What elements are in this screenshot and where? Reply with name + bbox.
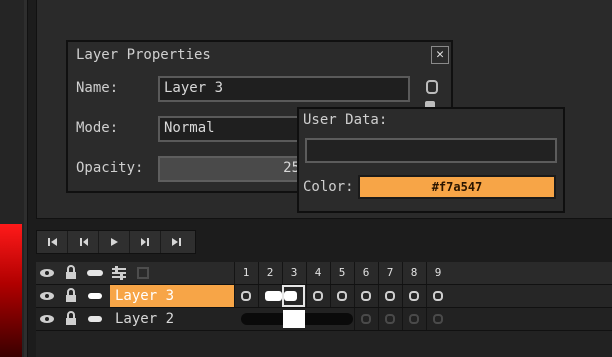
- frame-number[interactable]: 8: [402, 262, 425, 284]
- sliders-icon[interactable]: [108, 262, 130, 284]
- layer-name[interactable]: Layer 3: [110, 285, 234, 307]
- timeline-header: 1 2 3 4 5 6 7 8 9: [36, 262, 612, 285]
- pill-icon[interactable]: [84, 285, 106, 307]
- playback-controls: [36, 230, 196, 254]
- frame-cel[interactable]: [426, 308, 449, 330]
- frame-cel[interactable]: [402, 308, 425, 330]
- color-swatch-button[interactable]: #f7a547: [358, 175, 556, 199]
- frame-cel[interactable]: [354, 308, 377, 330]
- opacity-slider[interactable]: 25: [158, 156, 308, 182]
- last-frame-icon[interactable]: [161, 231, 192, 253]
- timeline: 1 2 3 4 5 6 7 8 9 Layer 3 Layer 2: [36, 262, 612, 357]
- dialog-title: Layer Properties: [76, 47, 211, 63]
- first-frame-icon[interactable]: [37, 231, 68, 253]
- frame-cel[interactable]: [330, 285, 353, 307]
- layer-row[interactable]: Layer 3: [36, 285, 612, 308]
- frame-number[interactable]: 2: [258, 262, 281, 284]
- frame-number[interactable]: 7: [378, 262, 401, 284]
- user-data-label: User Data:: [303, 112, 388, 128]
- eye-icon[interactable]: [36, 308, 58, 330]
- eye-icon[interactable]: [36, 285, 58, 307]
- frame-cel[interactable]: [402, 285, 425, 307]
- opacity-label: Opacity:: [76, 160, 144, 176]
- frame-cel[interactable]: [378, 308, 401, 330]
- previous-frame-icon[interactable]: [68, 231, 99, 253]
- checkbox-icon[interactable]: [132, 262, 154, 284]
- pill-icon[interactable]: [84, 308, 106, 330]
- close-icon[interactable]: ✕: [431, 46, 449, 64]
- name-label: Name:: [76, 80, 119, 96]
- layer-name-input[interactable]: Layer 3: [158, 76, 410, 102]
- frame-cel[interactable]: [354, 285, 377, 307]
- user-data-input[interactable]: [305, 138, 557, 163]
- color-label: Color:: [303, 179, 354, 195]
- frame-cel[interactable]: [378, 285, 401, 307]
- mode-label: Mode:: [76, 120, 119, 136]
- user-data-toggle-icon[interactable]: [426, 80, 438, 94]
- frame-number[interactable]: 6: [354, 262, 377, 284]
- user-data-popup: User Data: Color: #f7a547: [297, 107, 565, 213]
- lock-icon[interactable]: [60, 308, 82, 330]
- frame-number[interactable]: 4: [306, 262, 329, 284]
- eye-icon[interactable]: [36, 262, 58, 284]
- layer-name[interactable]: Layer 2: [110, 308, 234, 330]
- frame-number[interactable]: 5: [330, 262, 353, 284]
- frame-cel[interactable]: [306, 285, 329, 307]
- frame-cel[interactable]: [258, 285, 282, 307]
- selected-frame-cel[interactable]: [283, 310, 305, 328]
- color-palette-strip[interactable]: [0, 224, 22, 357]
- frame-cel[interactable]: [234, 285, 257, 307]
- selected-frame-cel[interactable]: [282, 285, 305, 307]
- frame-number[interactable]: 1: [234, 262, 257, 284]
- lock-icon[interactable]: [60, 262, 82, 284]
- layer-row[interactable]: Layer 2: [36, 308, 612, 331]
- play-icon[interactable]: [99, 231, 130, 253]
- blend-mode-select[interactable]: Normal: [158, 116, 308, 142]
- frame-cel[interactable]: [426, 285, 449, 307]
- next-frame-icon[interactable]: [130, 231, 161, 253]
- pill-icon[interactable]: [84, 262, 106, 284]
- lock-icon[interactable]: [60, 285, 82, 307]
- frame-number[interactable]: 3: [282, 262, 305, 284]
- frame-number[interactable]: 9: [426, 262, 449, 284]
